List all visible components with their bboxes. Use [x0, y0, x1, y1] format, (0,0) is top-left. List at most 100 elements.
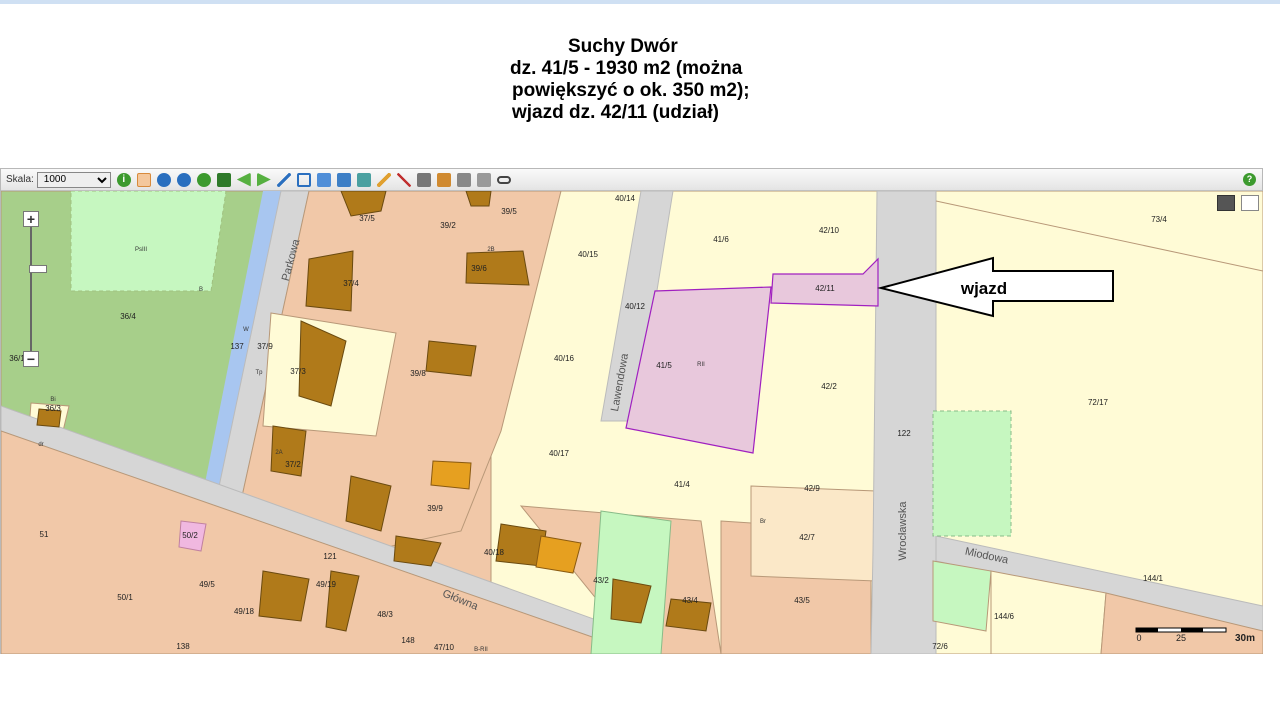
parcel-label-36-4: 36/4 — [120, 312, 136, 321]
scale-bar-seg-1 — [1136, 628, 1158, 632]
building-12 — [258, 570, 310, 622]
edit-icon[interactable] — [316, 172, 331, 187]
parcel-label-37-9: 37/9 — [257, 342, 273, 351]
top-strip — [0, 0, 1280, 4]
extent-icon[interactable] — [216, 172, 231, 187]
heading-line4: wjazd dz. 42/11 (udział) — [512, 102, 719, 123]
parcel-label-43-5: 43/5 — [794, 596, 810, 605]
heading-line2: dz. 41/5 - 1930 m2 (można — [510, 58, 743, 79]
parcel-label-41-4: 41/4 — [674, 480, 690, 489]
parcel-label-39-2: 39/2 — [440, 221, 456, 230]
back-arrow-icon[interactable] — [236, 172, 251, 187]
landuse-label-0: PsIII — [135, 247, 147, 253]
zoom-slider-track[interactable] — [29, 227, 47, 353]
copy-icon[interactable] — [476, 172, 491, 187]
layers-icon[interactable] — [336, 172, 351, 187]
parcel-label-41-5: 41/5 — [656, 361, 672, 370]
parcel-label-39-5: 39/5 — [501, 207, 517, 216]
rectangle-icon[interactable] — [296, 172, 311, 187]
measure-line-icon[interactable] — [276, 172, 291, 187]
road-wroclawska — [870, 191, 937, 654]
table-icon[interactable] — [436, 172, 451, 187]
landuse-label-2: Bi — [50, 397, 55, 403]
parcel-label-40-16: 40/16 — [554, 354, 575, 363]
print-preview-icon[interactable] — [416, 172, 431, 187]
parcel-label-144-6: 144/6 — [994, 612, 1015, 621]
parcel-label-37-4: 37/4 — [343, 279, 359, 288]
parcel-label-50-2: 50/2 — [182, 531, 198, 540]
parcel-label-122: 122 — [897, 429, 911, 438]
landuse-label-10: 2B — [487, 247, 494, 253]
building-orange-1 — [430, 460, 472, 490]
map-view[interactable]: 37/5 39/2 39/5 40/14 41/6 42/10 73/4 37/4 39/6 40… — [1, 191, 1263, 654]
comment-icon[interactable] — [1217, 195, 1235, 211]
parcel-label-42-2: 42/2 — [821, 382, 837, 391]
landuse-label-1: B — [199, 287, 203, 293]
parcel-label-40-17: 40/17 — [549, 449, 570, 458]
pencil-icon[interactable] — [376, 172, 391, 187]
parcel-label-39-6: 39/6 — [471, 264, 487, 273]
print-icon[interactable] — [456, 172, 471, 187]
pasture-right — [932, 410, 1012, 537]
landuse-label-3: RII — [697, 362, 705, 368]
landuse-label-8: Br — [760, 519, 766, 525]
parcel-label-43-4: 43/4 — [682, 596, 698, 605]
building-1 — [465, 191, 492, 207]
info-icon[interactable]: i — [116, 172, 131, 187]
parcel-label-40-18: 40/18 — [484, 548, 505, 557]
landuse-label-4: W — [243, 327, 249, 333]
cadastral-map: 37/5 39/2 39/5 40/14 41/6 42/10 73/4 37/4 39/6 40… — [1, 191, 1263, 654]
map-heading: Suchy Dwór dz. 41/5 - 1930 m2 (można pow… — [470, 36, 810, 124]
pasture-field — [70, 191, 227, 292]
parcel-label-42-7: 42/7 — [799, 533, 815, 542]
legend-icon[interactable] — [356, 172, 371, 187]
map-widget: Skala: 1000 i ? 37/5 39/2 39/5 40/14 41/6 42/… — [0, 168, 1263, 654]
parcel-label-138: 138 — [176, 642, 190, 651]
zoom-slider-thumb[interactable] — [29, 265, 47, 273]
parcel-label-37-3: 37/3 — [290, 367, 306, 376]
zoom-in-icon[interactable] — [156, 172, 171, 187]
scale-label: Skala: — [6, 174, 34, 185]
parcel-label-42-11: 42/11 — [815, 284, 835, 293]
globe-icon[interactable] — [196, 172, 211, 187]
zoom-in-button[interactable]: + — [23, 211, 39, 227]
chart-icon[interactable] — [396, 172, 411, 187]
parcel-label-51: 51 — [40, 530, 49, 539]
help-icon[interactable]: ? — [1243, 173, 1256, 186]
parcel-label-72-6: 72/6 — [932, 642, 948, 651]
landuse-label-7: B-RII — [474, 647, 488, 653]
parcel-label-42-10: 42/10 — [819, 226, 840, 235]
map-toolbar: Skala: 1000 i ? — [1, 169, 1262, 191]
heading-line3: powiększyć o ok. 350 m2); — [512, 80, 750, 101]
parcel-label-49-5: 49/5 — [199, 580, 215, 589]
heading-line1: Suchy Dwór — [568, 36, 678, 57]
landuse-label-5: Tp — [255, 370, 263, 376]
parcel-label-43-2: 43/2 — [593, 576, 609, 585]
parcel-label-39-9: 39/9 — [427, 504, 443, 513]
zoom-out-button[interactable]: − — [23, 351, 39, 367]
landuse-label-9: 2A — [275, 450, 282, 456]
parcel-label-36-3: 36/3 — [45, 404, 61, 413]
link-icon[interactable] — [496, 175, 511, 184]
parcel-label-50-1: 50/1 — [117, 593, 133, 602]
parcel-label-40-14: 40/14 — [615, 194, 636, 203]
parcel-label-72-17: 72/17 — [1088, 398, 1109, 407]
parcel-label-47-10: 47/10 — [434, 643, 455, 652]
parcel-label-37-5: 37/5 — [359, 214, 375, 223]
parcel-label-49-19: 49/19 — [316, 580, 337, 589]
parcel-label-37-2: 37/2 — [285, 460, 301, 469]
scale-bar-seg-2 — [1181, 628, 1203, 632]
parcel-label-41-6: 41/6 — [713, 235, 729, 244]
parcel-label-40-12: 40/12 — [625, 302, 646, 311]
zoom-out-icon[interactable] — [176, 172, 191, 187]
parcel-label-42-9: 42/9 — [804, 484, 820, 493]
parcel-label-144-1: 144/1 — [1143, 574, 1164, 583]
search-map-icon[interactable] — [1241, 195, 1259, 211]
street-label-2: Wrocławska — [897, 501, 909, 561]
scale-label-mid: 25 — [1176, 633, 1186, 643]
landuse-label-6: dr — [38, 442, 43, 448]
scale-select[interactable]: 1000 — [36, 171, 111, 188]
parcel-label-137: 137 — [230, 342, 244, 351]
forward-arrow-icon[interactable] — [256, 172, 271, 187]
pan-hand-icon[interactable] — [136, 172, 151, 187]
